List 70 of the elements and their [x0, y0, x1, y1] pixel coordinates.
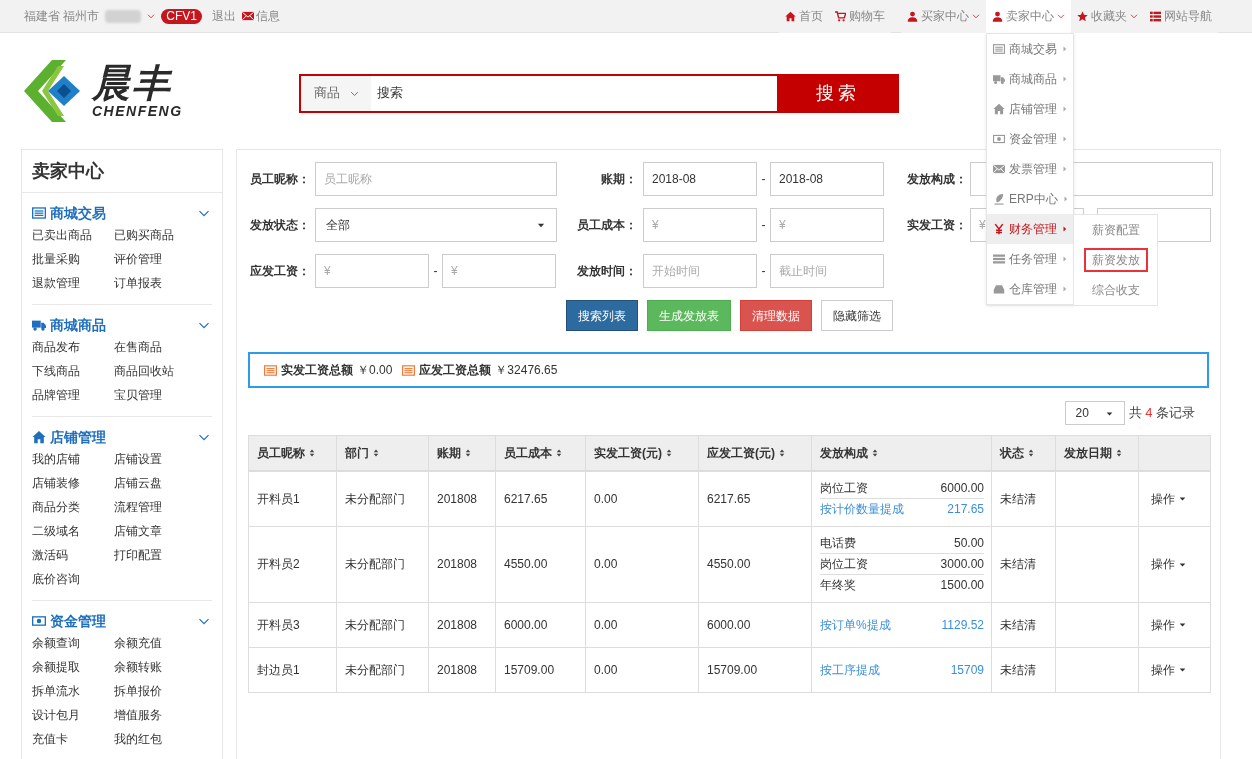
logo-latin: CHENFENG [92, 104, 183, 118]
table-cell: 未分配部门 [345, 557, 405, 571]
pay-item-label: 岗位工资 [820, 479, 868, 497]
filter-label: 发放状态： [250, 217, 311, 234]
column-title: 实发工资(元) [594, 444, 662, 462]
table-cell: 4550.00 [707, 557, 751, 571]
pay-item-label: 电话费 [820, 534, 856, 552]
pay-item-amount: 1129.52 [941, 616, 984, 634]
pay-item-label: 岗位工资 [820, 555, 868, 573]
summary-label: 应发工资总额 [419, 362, 492, 379]
filter-label: 员工昵称： [250, 171, 311, 188]
logo-name: 晨丰 [92, 64, 174, 102]
location-text: 福建省 福州市 [24, 8, 100, 25]
table-cell: 0.00 [594, 617, 618, 632]
column-title: 发放构成 [820, 444, 868, 462]
pay-item-amount: 1500.00 [940, 577, 984, 594]
table-cell: 0.00 [594, 491, 618, 506]
record-count-text: 共 4 条记录 [1128, 404, 1195, 423]
table-cell: 15709.00 [707, 662, 758, 677]
table-cell: 0.00 [594, 662, 618, 677]
filter-label: 应发工资： [250, 263, 311, 280]
filter-label: 发放时间： [577, 263, 637, 280]
filter-label: 发放构成： [907, 171, 968, 188]
column-title: 状态 [1000, 444, 1024, 462]
level-badge: CFV1 [161, 8, 203, 24]
pay-item-amount: 15709 [950, 661, 984, 679]
pay-item-amount: 6000.00 [940, 479, 984, 497]
summary-label: 实发工资总额 [281, 362, 353, 379]
table-cell: 未分配部门 [345, 617, 405, 632]
pay-item-label: 年终奖 [820, 577, 856, 594]
table-cell: 开料员3 [257, 617, 300, 632]
range-separator: - [761, 264, 766, 278]
table-cell: 6217.65 [504, 491, 548, 506]
column-title: 应发工资(元) [707, 444, 775, 462]
table-cell: 未结清 [1000, 617, 1036, 632]
summary-value: ￥0.00 [357, 362, 393, 379]
table-cell: 未结清 [1000, 557, 1036, 571]
column-title: 员工昵称 [257, 444, 305, 462]
table-cell: 201808 [437, 617, 478, 632]
table-cell: 未结清 [1000, 662, 1036, 677]
range-separator: - [433, 264, 438, 278]
table-cell: 开料员2 [257, 557, 300, 571]
column-title: 部门 [345, 444, 369, 462]
table-cell: 封边员1 [257, 662, 300, 677]
table-cell: 201808 [437, 662, 478, 677]
table-cell: 未分配部门 [345, 662, 405, 677]
summary-value: ￥32476.65 [495, 362, 558, 379]
filter-label: 账期： [600, 171, 637, 188]
table-cell: 6217.65 [707, 491, 751, 506]
table-cell: 201808 [437, 491, 478, 506]
table-cell: 未分配部门 [345, 491, 405, 506]
pay-item-amount: 217.65 [947, 501, 984, 518]
table-cell: 201808 [437, 557, 478, 571]
column-title: 账期 [437, 444, 461, 462]
table-cell: 15709.00 [504, 662, 555, 677]
column-title: 员工成本 [504, 444, 552, 462]
range-separator: - [761, 218, 766, 232]
table-cell: 开料员1 [257, 491, 300, 506]
pay-item-amount: 50.00 [953, 534, 984, 552]
filter-label: 实发工资： [907, 217, 968, 234]
column-title: 发放日期 [1064, 444, 1112, 462]
table-cell: 4550.00 [504, 557, 548, 571]
filter-label: 员工成本： [577, 217, 637, 234]
table-cell: 6000.00 [707, 617, 751, 632]
sidebar-title: 卖家中心 [22, 150, 222, 193]
pay-item-amount: 3000.00 [940, 555, 984, 573]
table-cell: 未结清 [1000, 491, 1036, 506]
table-cell: 0.00 [594, 557, 618, 571]
table-cell: 6000.00 [504, 617, 548, 632]
range-separator: - [761, 172, 766, 186]
